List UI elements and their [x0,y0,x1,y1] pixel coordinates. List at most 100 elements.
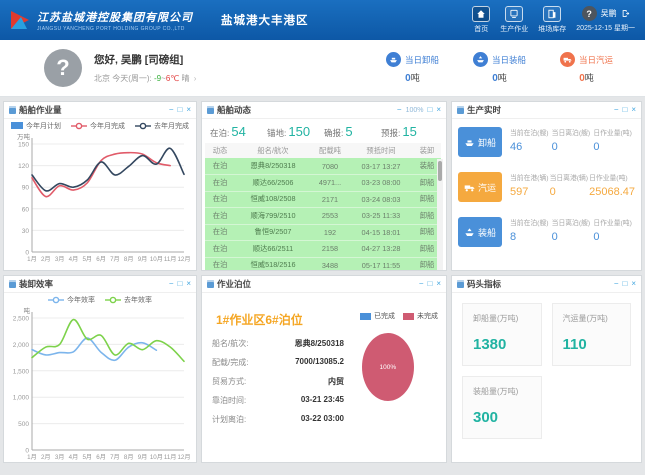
berth-field-label: 计划离泊: [212,414,262,425]
close-icon[interactable]: × [631,280,636,288]
production-row-stats: 当前在泊(艘)8当日离泊(艘)0日作业量(吨)0 [510,217,635,243]
throughput-line-chart: 0306090120150万吨1月2月3月4月5月6月7月8月9月10月11月1… [4,132,192,266]
scrollbar-thumb[interactable] [438,161,442,181]
table-cell: 恒威108/2508 [235,191,311,208]
production-卸船-button[interactable]: 卸船 [458,127,502,157]
truck-icon [560,52,575,67]
svg-text:4月: 4月 [69,256,79,263]
production-stat-label: 当前在泊(艘) [510,127,552,137]
table-cell: 恩典8/250318 [235,158,311,175]
close-icon[interactable]: × [186,106,191,114]
maximize-icon[interactable]: □ [427,106,432,114]
svg-text:1月: 1月 [27,454,37,461]
table-row[interactable]: 在泊鲁恒9/250719204-15 18:01卸船 [205,224,441,241]
pie-legend-item[interactable]: 未完成 [403,311,438,321]
table-row[interactable]: 在泊恩典8/250318708003-17 13:27装船 [205,158,441,175]
svg-text:5月: 5月 [82,256,92,263]
production-stat: 当日离泊(艘)0 [552,127,594,153]
close-icon[interactable]: × [186,280,191,288]
production-stat: 当前在泊(艘)8 [510,217,552,243]
metric-card: 装船量(万吨)300 [462,376,542,439]
table-cell: 在泊 [205,208,235,225]
minimize-icon[interactable]: − [614,106,619,114]
svg-text:12月: 12月 [177,256,190,263]
panel-controls: − □ × [614,106,636,114]
minimize-icon[interactable]: − [169,106,174,114]
production-汽运-button[interactable]: 汽运 [458,172,502,202]
production-stat-value: 0 [550,186,590,198]
close-icon[interactable]: × [436,280,441,288]
berth-title: 1#作业区6#泊位 [216,311,338,328]
close-icon[interactable]: × [631,106,636,114]
panel-header: 码头指标 − □ × [452,276,641,293]
table-cell: 7080 [311,158,349,175]
efficiency-chart-area: 05001,0001,5002,0002,500吨1月2月3月4月5月6月7月8… [4,306,196,463]
table-row[interactable]: 在泊恒威518/2516348805-17 11:55卸船 [205,257,441,271]
nav-home[interactable]: 首页 [472,6,490,34]
legend-label: 今年月计划 [26,121,61,131]
maximize-icon[interactable]: □ [177,106,182,114]
production-stat-label: 日作业量(吨) [593,217,635,227]
minimize-icon[interactable]: − [419,280,424,288]
minimize-icon[interactable]: − [397,106,402,114]
minimize-icon[interactable]: − [614,280,619,288]
svg-text:2月: 2月 [41,256,51,263]
maximize-icon[interactable]: □ [427,280,432,288]
flag-icon [8,8,32,32]
production-row: 装船当前在泊(艘)8当日离泊(艘)0日作业量(吨)0 [452,209,641,254]
svg-text:7月: 7月 [110,454,120,461]
svg-text:8月: 8月 [124,256,134,263]
panel-handling-efficiency: 装卸效率 − □ × 今年效率去年效率 05001,0001,5002,0002… [3,275,197,463]
panel-header: 作业泊位 − □ × [202,276,446,293]
berth-field-label: 船名/航次: [212,338,262,349]
pie-legend-item[interactable]: 已完成 [360,311,395,321]
production-stat-value: 0 [593,141,635,153]
maximize-icon[interactable]: □ [622,106,627,114]
production-stat-value: 46 [510,141,552,153]
chart-legend-item[interactable]: 今年月完成 [71,121,125,131]
legend-swatch [403,313,414,320]
close-icon[interactable]: × [436,106,441,114]
maximize-icon[interactable]: □ [177,280,182,288]
svg-text:120: 120 [18,163,29,170]
panel-controls: − □ × [614,280,636,288]
metric-label: 装船量(万吨) [473,386,531,397]
user-avatar-icon[interactable]: ? [582,6,597,21]
forecast-count: 预报:15 [381,124,438,139]
metric-value: 1380 [473,336,531,353]
logout-icon[interactable] [621,9,630,18]
weather-more-chevron[interactable]: › [194,74,197,83]
production-stat-value: 0 [552,141,594,153]
table-row[interactable]: 在泊顺达66/25064971...03-23 08:00卸船 [205,175,441,192]
table-header-cell: 装卸 [413,143,441,158]
production-装船-button[interactable]: 装船 [458,217,502,247]
svg-text:30: 30 [22,228,30,235]
panel-controls: − □ × [169,280,191,288]
table-row[interactable]: 在泊恒威108/2508217103-24 08:03卸船 [205,191,441,208]
production-stat: 当日离港(辆)0 [550,172,590,198]
berth-field: 计划离泊:03-22 03:00 [212,414,344,425]
svg-text:90: 90 [22,185,30,192]
nav-yard[interactable]: 堆场库存 [538,6,566,34]
minimize-icon[interactable]: − [169,280,174,288]
table-cell: 在泊 [205,175,235,192]
panel-controls: − □ × [419,280,441,288]
table-row[interactable]: 在泊顺海799/2510255303-25 11:33卸船 [205,208,441,225]
chart-legend-item[interactable]: 去年月完成 [135,121,189,131]
table-row[interactable]: 在泊顺达66/2511215804-27 13:28卸船 [205,241,441,258]
berth-field-label: 配载/完成: [212,357,262,368]
chart-legend-item[interactable]: 今年效率 [48,295,95,305]
table-scrollbar[interactable] [437,159,443,271]
nav-production[interactable]: 生产作业 [500,6,528,34]
legend-line-marker [135,122,151,130]
table-cell: 鲁恒9/2507 [235,224,311,241]
berth-field-value: 7000/13085.2 [262,357,344,368]
chart-legend-item[interactable]: 今年月计划 [11,121,61,131]
avatar[interactable]: ? [44,49,82,87]
chart-legend-item[interactable]: 去年效率 [105,295,152,305]
svg-text:吨: 吨 [24,306,31,315]
berth-body: 1#作业区6#泊位 船名/航次:恩典8/250318配载/完成:7000/130… [202,293,446,437]
user-bar: ? 您好, 吴鹏 [司磅组] 北京 今天(周一): -9~6℃ 晴 › 当日卸船… [0,40,645,97]
maximize-icon[interactable]: □ [622,280,627,288]
production-stat-value: 8 [510,231,552,243]
